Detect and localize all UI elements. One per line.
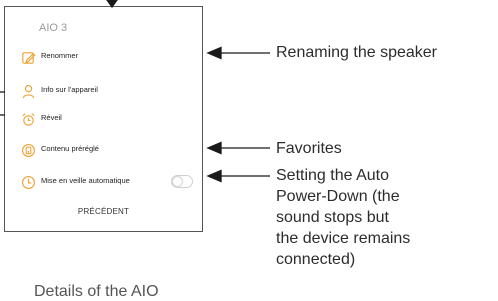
annotation-line: Setting the Auto [276,167,389,184]
annotation-line: Power-Down (the [276,188,400,205]
annotation-autopower: Setting the Auto Power-Down (the sound s… [276,165,410,270]
favorites-arrow-head [206,141,222,155]
annotation-line: sound stops but [276,209,389,226]
annotation-rename: Renaming the speaker [276,44,437,61]
autopower-arrow-head [206,169,222,183]
rename-arrow-head [206,46,222,60]
annotation-line: the device remains [276,230,411,247]
annotation-line: connected) [276,251,356,268]
annotation-bottom-cutoff: Details of the AIO [34,283,159,300]
annotation-favorites: Favorites [276,140,342,157]
top-arrow-head [106,0,118,9]
